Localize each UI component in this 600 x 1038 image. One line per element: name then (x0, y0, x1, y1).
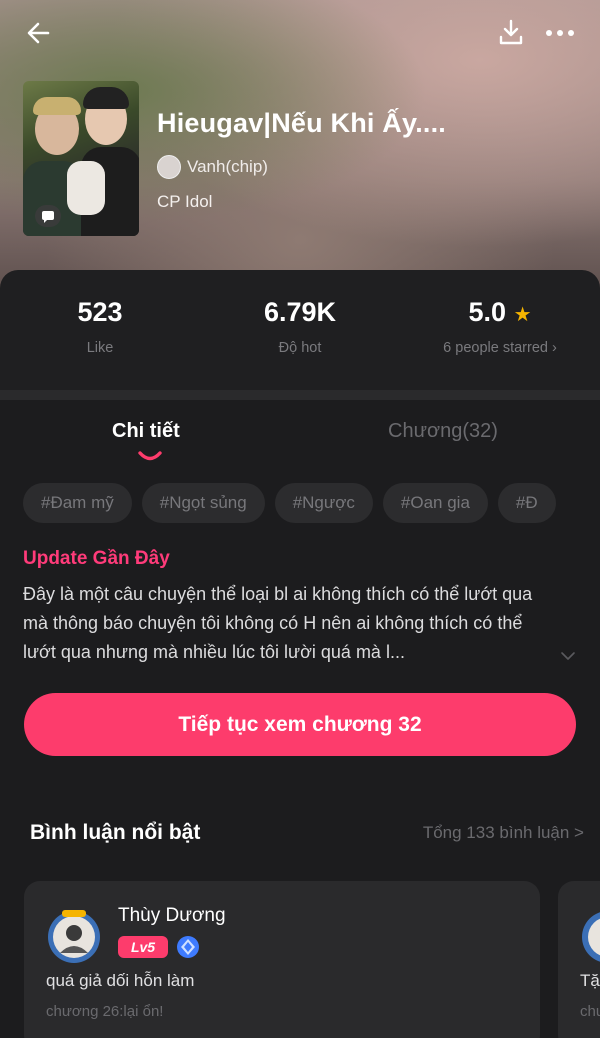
tag-chip[interactable]: #Đ (497, 483, 556, 523)
hot-label: Độ hot (278, 340, 322, 356)
comment-card[interactable]: Thùy Dương Lv5 quá giả dối hỗn làm chươn… (24, 881, 540, 1038)
download-icon (499, 19, 523, 45)
continue-reading-button[interactable]: Tiếp tục xem chương 32 (24, 693, 576, 756)
tab-details[interactable]: Chi tiết (112, 420, 180, 443)
likes-value: 523 (77, 297, 123, 327)
comment-card[interactable]: Tặ chư (558, 881, 600, 1038)
rating-label-row: 6 people starred › (400, 340, 600, 356)
author-name: Vanh(chip) (187, 157, 268, 176)
comment-text: quá giả dối hỗn làm (46, 971, 195, 990)
stats-panel: 523 Like 6.79K Độ hot 5.0 ★ 6 people sta… (0, 270, 600, 390)
section-divider (0, 390, 600, 400)
chat-bubble-icon (35, 205, 61, 227)
star-icon: ★ (513, 304, 532, 326)
author-row[interactable]: Vanh(chip) (157, 154, 268, 180)
author-avatar (157, 155, 181, 179)
tag-chip[interactable]: #Đam mỹ (23, 483, 132, 523)
comment-chapter: chương 26:lại ổn! (46, 1003, 164, 1020)
comment-chapter: chư (580, 1003, 600, 1020)
verified-badge-icon (177, 936, 199, 958)
back-button[interactable] (22, 16, 56, 50)
stat-hot: 6.79K Độ hot (200, 297, 400, 356)
tab-active-indicator (138, 451, 162, 461)
download-button[interactable] (494, 16, 528, 50)
book-title: Hieugav|Nếu Khi Ấy.... (157, 108, 447, 138)
likes-label: Like (86, 340, 114, 356)
update-description: Đây là một câu chuyện thể loại bl ai khô… (23, 584, 533, 662)
commenter-avatar (582, 912, 600, 962)
book-cover[interactable] (23, 81, 139, 236)
tag-list: #Đam mỹ #Ngọt sủng #Ngược #Oan gia #Đ (23, 483, 600, 523)
more-horizontal-icon (546, 30, 574, 36)
stat-likes: 523 Like (0, 297, 200, 356)
chevron-down-icon[interactable] (560, 650, 576, 662)
rating-value: 5.0 (468, 297, 507, 327)
tag-chip[interactable]: #Oan gia (382, 483, 488, 523)
comment-text: Tặ (580, 971, 600, 990)
tab-chapters[interactable]: Chương(32) (388, 420, 498, 443)
update-title: Update Gần Đây (23, 548, 170, 569)
more-button[interactable] (542, 16, 578, 50)
comments-title: Bình luận nổi bật (30, 821, 201, 844)
comments-total-link[interactable]: Tổng 133 bình luận > (423, 823, 584, 843)
book-category: CP Idol (157, 192, 213, 211)
chevron-right-icon: › (551, 340, 557, 356)
tag-chip[interactable]: #Ngược (274, 483, 373, 523)
rating-row: 5.0 ★ (400, 297, 600, 328)
arrow-left-icon (27, 22, 50, 44)
hot-value: 6.79K (263, 297, 337, 327)
commenter-name: Thùy Dương (118, 905, 226, 926)
rating-label: 6 people starred (443, 340, 548, 356)
main-content: Chi tiết Chương(32) #Đam mỹ #Ngọt sủng #Ng… (0, 400, 600, 1038)
top-bar (0, 14, 600, 50)
stat-rating[interactable]: 5.0 ★ 6 people starred › (400, 297, 600, 356)
tag-chip[interactable]: #Ngọt sủng (141, 483, 265, 523)
level-badge: Lv5 (118, 936, 168, 958)
commenter-avatar (48, 910, 100, 963)
